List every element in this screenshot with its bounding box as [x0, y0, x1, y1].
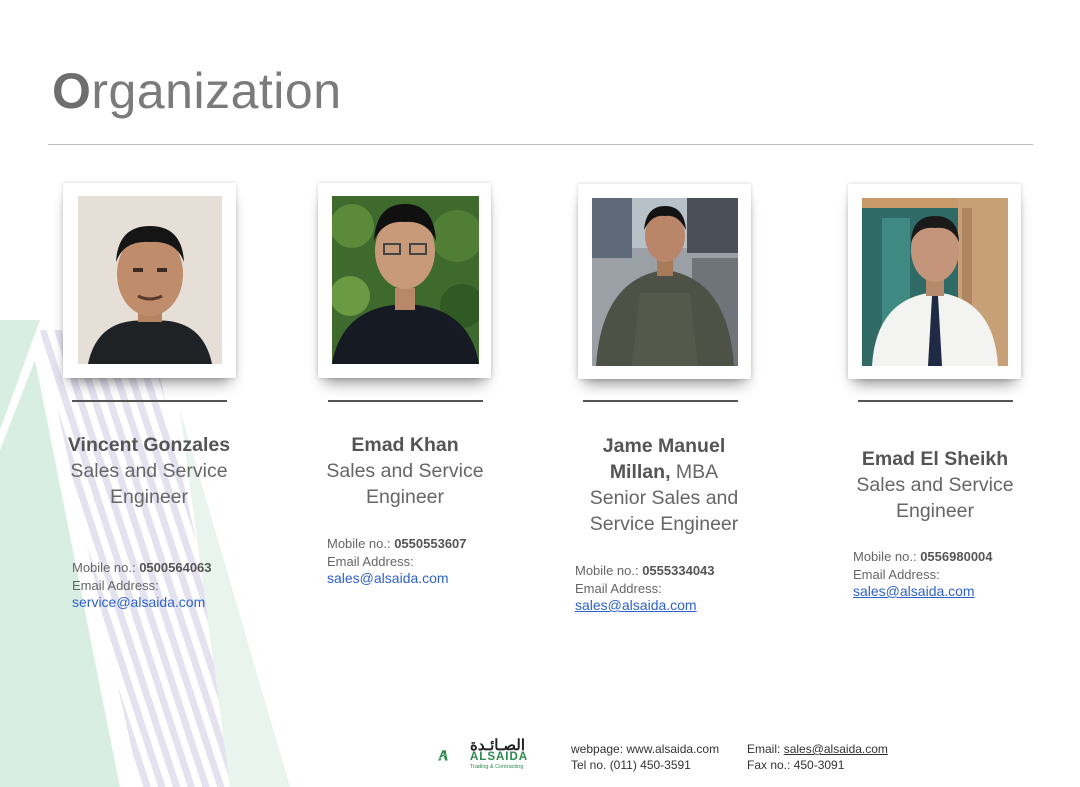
person-card-2: Emad Khan Sales and Service Engineer	[316, 432, 494, 510]
footer-fax: Fax no.: 450-3091	[747, 758, 845, 772]
person-role: Senior Sales and Service Engineer	[589, 487, 739, 535]
email-link[interactable]: service@alsaida.com	[72, 594, 212, 612]
person-card-3: Jame Manuel Millan, MBA Senior Sales and…	[575, 433, 753, 537]
photo-jame-manuel-millan	[592, 198, 738, 366]
title-divider	[48, 144, 1033, 145]
photo-vincent-gonzales	[78, 196, 222, 364]
email-link[interactable]: sales@alsaida.com	[575, 597, 715, 615]
card-underline-2	[328, 400, 483, 402]
footer-web-tel: webpage: www.alsaida.com Tel no. (011) 4…	[571, 741, 719, 773]
person-card-4: Emad El Sheikh Sales and Service Enginee…	[846, 446, 1024, 524]
person-role: Sales and Service Engineer	[326, 460, 484, 508]
mobile-line: Mobile no.: 0555334043	[575, 563, 715, 578]
footer-tel: Tel no. (011) 450-3591	[571, 758, 691, 772]
photo-emad-el-sheikh	[862, 198, 1008, 366]
card-underline-4	[858, 400, 1013, 402]
footer-webpage[interactable]: webpage: www.alsaida.com	[571, 741, 719, 757]
person-name: Jame Manuel Millan, MBA	[602, 435, 726, 483]
footer-email-fax: Email: sales@alsaida.com Fax no.: 450-30…	[747, 741, 888, 773]
person-card-1: Vincent Gonzales Sales and Service Engin…	[60, 432, 238, 510]
email-label: Email Address:	[327, 553, 414, 569]
contact-1: Mobile no.: 0500564063 Email Address: se…	[72, 559, 212, 612]
email-label: Email Address:	[575, 580, 662, 596]
mobile-line: Mobile no.: 0550553607	[327, 536, 467, 551]
contact-2: Mobile no.: 0550553607 Email Address: sa…	[327, 535, 467, 588]
email-link[interactable]: sales@alsaida.com	[853, 583, 993, 601]
person-name: Vincent Gonzales	[67, 434, 231, 456]
alsaida-logo-icon	[438, 750, 448, 761]
card-underline-1	[72, 400, 227, 402]
email-label: Email Address:	[72, 577, 159, 593]
mobile-line: Mobile no.: 0500564063	[72, 560, 212, 575]
email-label: Email Address:	[853, 566, 940, 582]
person-role: Sales and Service Engineer	[856, 474, 1014, 522]
contact-4: Mobile no.: 0556980004 Email Address: sa…	[853, 548, 993, 601]
mobile-line: Mobile no.: 0556980004	[853, 549, 993, 564]
card-underline-3	[583, 400, 738, 402]
footer-email-link[interactable]: sales@alsaida.com	[784, 742, 888, 756]
person-name: Emad El Sheikh	[861, 448, 1009, 470]
photo-emad-khan	[332, 196, 479, 364]
page-title: Organization	[52, 63, 342, 119]
email-link[interactable]: sales@alsaida.com	[327, 570, 467, 588]
footer-email-line: Email: sales@alsaida.com	[747, 742, 888, 756]
contact-3: Mobile no.: 0555334043 Email Address: sa…	[575, 562, 715, 615]
logo-name: ALSAIDA	[470, 751, 529, 763]
person-role: Sales and Service Engineer	[70, 460, 228, 508]
person-name: Emad Khan	[351, 434, 459, 456]
logo-subtitle: Trading & Contracting	[470, 764, 524, 770]
